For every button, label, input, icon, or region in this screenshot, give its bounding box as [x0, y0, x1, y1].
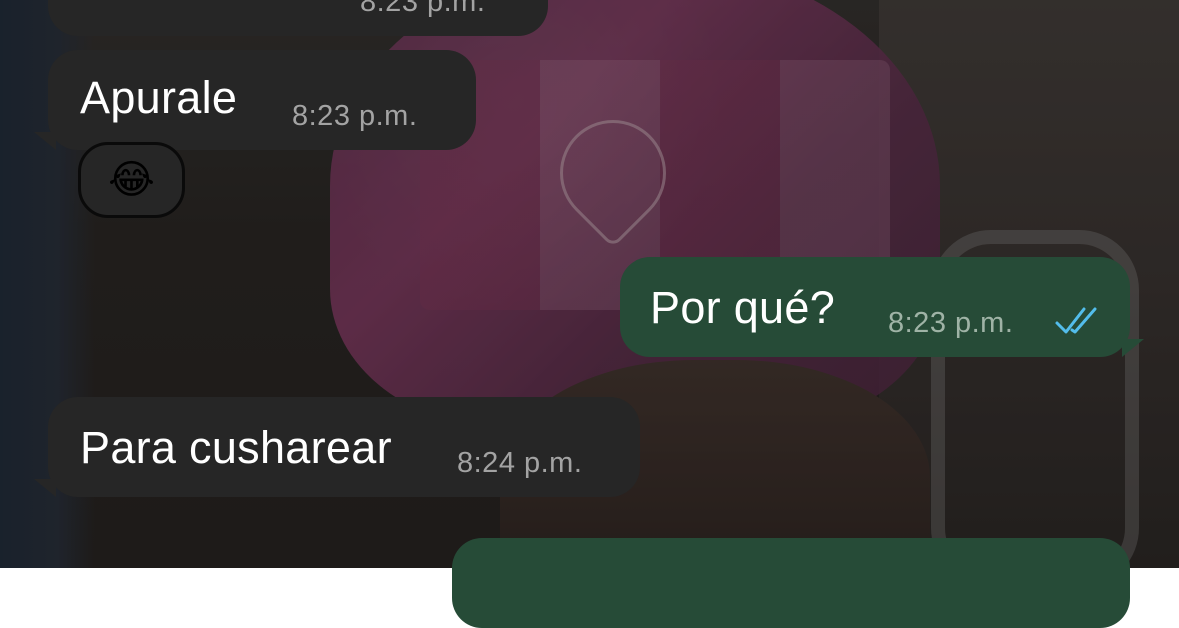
tears-of-joy-emoji-icon: 😂: [108, 158, 155, 202]
message-text: Por qué?: [650, 282, 836, 333]
message-bubble-outgoing[interactable]: [452, 538, 1130, 628]
bubble-tail: [34, 479, 56, 497]
message-bubble-incoming[interactable]: 8:23 p.m.: [48, 0, 548, 36]
message-timestamp: 8:23 p.m.: [888, 307, 1014, 339]
double-check-icon: [1055, 307, 1097, 334]
message-timestamp: 8:23 p.m.: [292, 100, 418, 132]
message-bubble-incoming[interactable]: Para cusharear 8:24 p.m.: [34, 397, 640, 497]
bubble-tail: [1122, 339, 1144, 357]
message-timestamp: 8:23 p.m.: [360, 0, 486, 18]
message-reaction-badge[interactable]: 😂: [78, 142, 185, 218]
message-bubble-outgoing[interactable]: Por qué? 8:23 p.m.: [620, 257, 1144, 357]
message-timestamp: 8:24 p.m.: [457, 447, 583, 479]
message-bubble-incoming[interactable]: Apurale 8:23 p.m.: [34, 50, 476, 150]
bubble-tail: [34, 132, 56, 150]
chat-message-list[interactable]: 8:23 p.m. Apurale 8:23 p.m. 😂 Por qué? 8…: [0, 0, 1179, 628]
message-text: Apurale: [80, 72, 238, 123]
message-text: Para cusharear: [80, 422, 392, 473]
